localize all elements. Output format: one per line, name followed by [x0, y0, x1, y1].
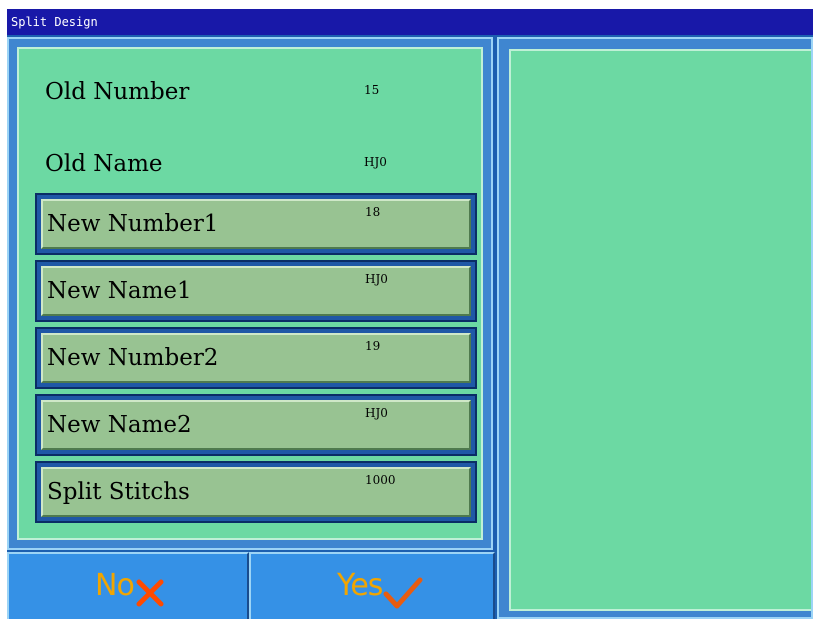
no-button-label: No — [95, 568, 135, 603]
split-stitchs-label: Split Stitchs — [47, 479, 190, 505]
yes-button[interactable]: Yes — [249, 552, 495, 619]
new-number2-value: 19 — [365, 339, 381, 353]
new-number2-label: New Number2 — [47, 345, 219, 371]
check-mark-icon — [383, 577, 423, 609]
old-name-label: Old Name — [45, 151, 163, 177]
new-name2-value: HJ0 — [365, 406, 388, 420]
new-name2-field[interactable]: New Name2 HJ0 — [35, 394, 477, 456]
yes-button-label: Yes — [337, 568, 383, 603]
old-name-value: HJ0 — [364, 155, 387, 169]
new-name1-label: New Name1 — [47, 278, 192, 304]
new-number1-field[interactable]: New Number1 18 — [35, 193, 477, 255]
new-name2-label: New Name2 — [47, 412, 192, 438]
split-stitchs-field[interactable]: Split Stitchs 1000 — [35, 461, 477, 523]
preview-panel — [497, 37, 813, 619]
new-number2-field[interactable]: New Number2 19 — [35, 327, 477, 389]
split-form-inner: Old Number 15 Old Name HJ0 New Number1 1… — [17, 47, 483, 540]
old-number-label: Old Number — [45, 79, 190, 105]
new-number1-label: New Number1 — [47, 211, 219, 237]
old-name-row: Old Name HJ0 — [19, 139, 481, 195]
split-form-panel: Old Number 15 Old Name HJ0 New Number1 1… — [7, 37, 493, 550]
split-stitchs-value: 1000 — [365, 473, 396, 487]
window-title: Split Design — [7, 9, 813, 35]
no-button[interactable]: No — [7, 552, 249, 619]
x-mark-icon — [136, 579, 164, 607]
new-name1-field[interactable]: New Name1 HJ0 — [35, 260, 477, 322]
old-number-row: Old Number 15 — [19, 67, 481, 123]
new-name1-value: HJ0 — [365, 272, 388, 286]
split-design-window: Split Design Old Number 15 Old Name HJ0 … — [7, 9, 813, 619]
design-preview-area — [509, 49, 811, 611]
new-number1-value: 18 — [365, 205, 381, 219]
old-number-value: 15 — [364, 83, 380, 97]
